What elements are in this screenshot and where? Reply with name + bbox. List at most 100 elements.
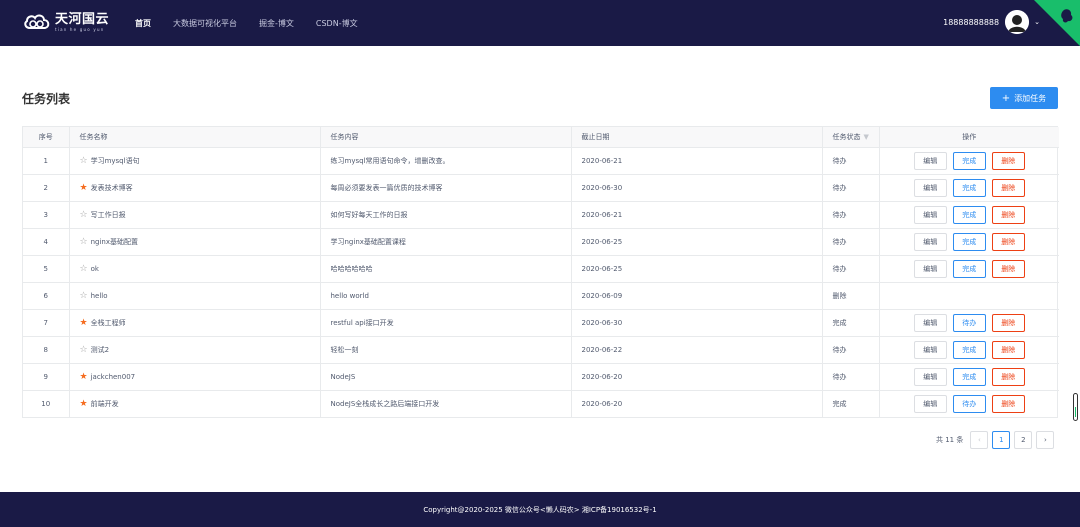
cell-actions: 编辑 待办 删除 [879,309,1059,337]
cell-name: ☆ 测试2 [69,336,321,364]
delete-button[interactable]: 删除 [991,205,1025,224]
column-header-status: 任务状态 ▼ [822,127,880,148]
cell-no: 2 [23,174,70,202]
task-name: jackchen007 [90,372,136,381]
table-row: 7 ★ 全栈工程师 restful api接口开发 2020-06-30 完成 编辑 待办 删除 [23,309,1059,337]
toggle-status-button[interactable]: 完成 [952,259,986,278]
cell-name: ☆ 学习mysql语句 [69,147,321,175]
footer: Copyright@2020-2025 微信公众号<懒人码农> 湘ICP备190… [0,492,1080,527]
edit-button[interactable]: 编辑 [913,232,947,251]
task-name: nginx基础配置 [90,237,138,246]
total-count: 共 11 条 [936,436,964,444]
toggle-status-button[interactable]: 完成 [952,367,986,386]
toggle-status-button[interactable]: 完成 [952,151,986,170]
cell-status: 完成 [822,309,880,337]
cell-name: ☆ ok [69,255,321,283]
cell-no: 9 [23,363,70,391]
toggle-status-button[interactable]: 完成 [952,178,986,197]
task-name: 全栈工程师 [90,318,126,327]
edit-button[interactable]: 编辑 [913,340,947,359]
main-nav: 首页 大数据可视化平台 掘金-博文 CSDN-博文 [135,0,380,46]
nav-item-1[interactable]: 大数据可视化平台 [173,18,237,29]
page-button-2[interactable]: 2 [1014,431,1033,449]
cell-status: 待办 [822,336,880,364]
task-name: hello [90,291,108,300]
star-outline-icon[interactable]: ☆ [80,237,88,247]
nav-item-0[interactable]: 首页 [135,18,151,29]
delete-button[interactable]: 删除 [991,232,1025,251]
cell-name: ★ 前端开发 [69,390,321,417]
add-task-button[interactable]: + 添加任务 [990,87,1058,109]
column-header-content: 任务内容 [320,127,572,148]
page-button-1[interactable]: 1 [992,431,1011,449]
filter-icon[interactable]: ▼ [864,133,869,141]
cell-actions: 编辑 完成 删除 [879,363,1059,391]
scroll-thumb[interactable] [1075,407,1076,417]
cell-deadline: 2020-06-25 [571,228,823,256]
cell-content: 哈哈哈哈哈哈 [320,255,572,283]
cell-deadline: 2020-06-25 [571,255,823,283]
delete-button[interactable]: 删除 [991,151,1025,170]
table-row: 8 ☆ 测试2 轻松一刻 2020-06-22 待办 编辑 完成 删除 [23,336,1059,364]
nav-item-2[interactable]: 掘金-博文 [259,18,294,29]
user-menu[interactable]: 18888888888 ⌄ [943,10,1040,34]
cell-status: 待办 [822,147,880,175]
delete-button[interactable]: 删除 [991,394,1025,413]
cell-content: NodeJS全栈成长之路后端接口开发 [320,390,572,417]
edit-button[interactable]: 编辑 [913,367,947,386]
table-row: 9 ★ jackchen007 NodeJS 2020-06-20 待办 编辑 完成 删除 [23,363,1059,391]
star-filled-icon[interactable]: ★ [80,372,88,382]
column-header-actions: 操作 [879,127,1059,148]
cell-name: ☆ 写工作日报 [69,201,321,229]
star-filled-icon[interactable]: ★ [80,399,88,409]
star-outline-icon[interactable]: ☆ [80,291,88,301]
cell-status: 待办 [822,228,880,256]
toggle-status-button[interactable]: 完成 [952,205,986,224]
task-name: ok [90,264,99,273]
star-outline-icon[interactable]: ☆ [80,345,88,355]
delete-button[interactable]: 删除 [991,367,1025,386]
edit-button[interactable]: 编辑 [913,313,947,332]
edit-button[interactable]: 编辑 [913,205,947,224]
nav-item-3[interactable]: CSDN-博文 [316,18,358,29]
cell-status: 待办 [822,174,880,202]
edit-button[interactable]: 编辑 [913,259,947,278]
prev-page-button[interactable]: ‹ [970,431,989,449]
cell-name: ☆ nginx基础配置 [69,228,321,256]
cell-content: 每周必须要发表一篇优质的技术博客 [320,174,572,202]
star-outline-icon[interactable]: ☆ [80,264,88,274]
cell-name: ★ jackchen007 [69,363,321,391]
star-filled-icon[interactable]: ★ [80,318,88,328]
toggle-status-button[interactable]: 待办 [952,313,986,332]
next-page-button[interactable]: › [1036,431,1055,449]
logo[interactable]: 天河国云 tian he guo yun [22,12,109,32]
delete-button[interactable]: 删除 [991,178,1025,197]
avatar[interactable] [1005,10,1030,34]
table-row: 6 ☆ hello hello world 2020-06-09 删除 [23,282,1059,310]
column-header-name: 任务名称 [69,127,321,148]
cell-actions: 编辑 完成 删除 [879,201,1059,229]
github-corner-icon[interactable] [1034,0,1080,46]
cell-actions: 编辑 完成 删除 [879,174,1059,202]
cell-content: 练习mysql常用语句命令，增删改查。 [320,147,572,175]
user-phone: 18888888888 [943,17,1000,27]
cell-name: ★ 全栈工程师 [69,309,321,337]
cell-actions: 编辑 完成 删除 [879,336,1059,364]
delete-button[interactable]: 删除 [991,313,1025,332]
toggle-status-button[interactable]: 待办 [952,394,986,413]
toggle-status-button[interactable]: 完成 [952,340,986,359]
scroll-indicator[interactable] [1073,393,1078,421]
cell-deadline: 2020-06-30 [571,174,823,202]
cell-no: 7 [23,309,70,337]
star-outline-icon[interactable]: ☆ [80,156,88,166]
edit-button[interactable]: 编辑 [913,178,947,197]
star-outline-icon[interactable]: ☆ [80,210,88,220]
edit-button[interactable]: 编辑 [913,151,947,170]
star-filled-icon[interactable]: ★ [80,183,88,193]
cell-no: 4 [23,228,70,256]
delete-button[interactable]: 删除 [991,259,1025,278]
toggle-status-button[interactable]: 完成 [952,232,986,251]
table-row: 5 ☆ ok 哈哈哈哈哈哈 2020-06-25 待办 编辑 完成 删除 [23,255,1059,283]
delete-button[interactable]: 删除 [991,340,1025,359]
edit-button[interactable]: 编辑 [913,394,947,413]
